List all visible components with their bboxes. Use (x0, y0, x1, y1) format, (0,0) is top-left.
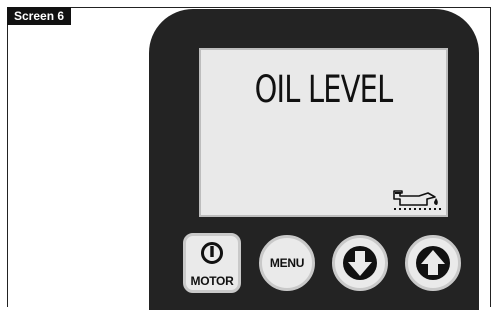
power-icon (201, 242, 223, 264)
control-panel: OIL LEVEL MOTOR MENU (149, 9, 479, 310)
screen-tag: Screen 6 (7, 7, 72, 25)
down-button[interactable] (332, 235, 388, 291)
arrow-up-icon (416, 246, 450, 280)
motor-button[interactable]: MOTOR (183, 233, 241, 293)
up-button[interactable] (405, 235, 461, 291)
arrow-down-icon (343, 246, 377, 280)
oil-can-icon (393, 190, 441, 210)
motor-button-label: MOTOR (190, 274, 234, 288)
display-message: OIL LEVEL (254, 68, 394, 111)
menu-button-label: MENU (269, 256, 305, 270)
lcd-display: OIL LEVEL (199, 48, 448, 217)
menu-button[interactable]: MENU (259, 235, 315, 291)
